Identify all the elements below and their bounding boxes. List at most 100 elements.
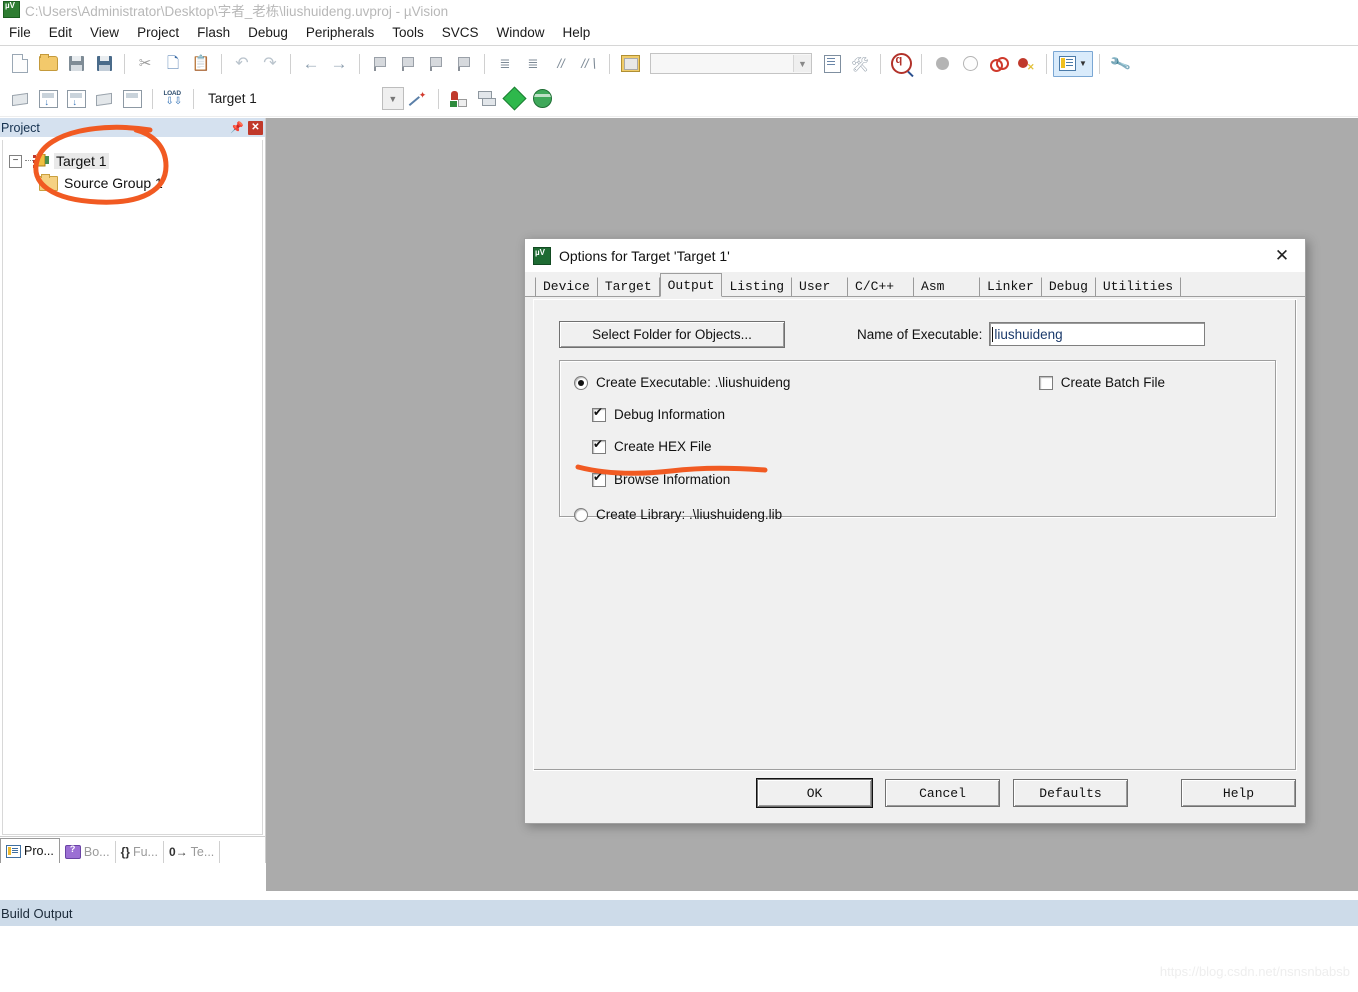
translate-icon[interactable] (7, 86, 33, 112)
name-of-executable-input[interactable]: liushuideng (989, 322, 1206, 346)
tab-listing[interactable]: Listing (722, 277, 793, 296)
download-icon[interactable]: LOAD ⇩⇩ (160, 86, 186, 112)
tab-templates[interactable]: 0→ Te... (164, 841, 221, 863)
bind-icon[interactable]: 🛠 (847, 51, 873, 77)
bookmark-toggle-icon[interactable] (367, 51, 393, 77)
tab-asm[interactable]: Asm (914, 277, 981, 296)
tab-functions[interactable]: {} Fu... (116, 841, 164, 863)
cancel-button[interactable]: Cancel (885, 779, 1000, 807)
close-icon[interactable]: ✕ (248, 120, 263, 135)
menu-help[interactable]: Help (554, 22, 600, 43)
menu-window[interactable]: Window (487, 22, 553, 43)
navigate-back-icon[interactable]: ← (298, 51, 324, 77)
indent-icon[interactable]: ≣ (492, 51, 518, 77)
defaults-button[interactable]: Defaults (1013, 779, 1128, 807)
toolbar-separator (290, 53, 291, 74)
open-manual-icon[interactable] (617, 51, 643, 77)
find-in-files-icon[interactable] (819, 51, 845, 77)
menu-peripherals[interactable]: Peripherals (297, 22, 383, 43)
debug-information-checkbox[interactable] (592, 406, 606, 422)
tab-user[interactable]: User (792, 277, 849, 296)
new-file-icon[interactable] (7, 51, 33, 77)
configure-toolbar-wrench-icon[interactable]: 🔧 (1107, 51, 1133, 77)
menu-project[interactable]: Project (128, 22, 188, 43)
menu-tools[interactable]: Tools (383, 22, 433, 43)
debug-information-option[interactable]: Debug Information (592, 406, 725, 422)
redo-icon[interactable]: ↷ (257, 51, 283, 77)
find-magnifier-icon[interactable]: q (888, 51, 914, 77)
toolbar-separator (880, 53, 881, 74)
manage-multi-project-icon[interactable] (474, 86, 500, 112)
create-library-option[interactable]: Create Library: .\liushuideng.lib (574, 507, 782, 522)
create-executable-radio[interactable] (574, 375, 588, 390)
menu-edit[interactable]: Edit (40, 22, 81, 43)
browse-information-checkbox[interactable] (592, 471, 606, 487)
tab-books[interactable]: Bo... (60, 841, 116, 863)
ok-button[interactable]: OK (757, 779, 872, 807)
bookmark-clear-icon[interactable] (451, 51, 477, 77)
browse-information-option[interactable]: Browse Information (592, 471, 731, 487)
insert-breakpoint-icon[interactable] (929, 51, 955, 77)
options-for-target-icon[interactable] (446, 86, 472, 112)
toolbar-separator (221, 53, 222, 74)
menu-svcs[interactable]: SVCS (433, 22, 488, 43)
create-hex-file-label: Create HEX File (614, 439, 712, 454)
menu-flash[interactable]: Flash (188, 22, 239, 43)
tab-utilities[interactable]: Utilities (1096, 277, 1182, 296)
tab-linker[interactable]: Linker (980, 277, 1042, 296)
select-folder-for-objects-button[interactable]: Select Folder for Objects... (559, 320, 785, 348)
save-icon[interactable] (63, 51, 89, 77)
outdent-icon[interactable]: ≣ (520, 51, 546, 77)
expander-icon[interactable]: − (9, 154, 22, 168)
tab-device[interactable]: Device (535, 277, 598, 296)
copy-icon[interactable]: 🗋 (160, 51, 186, 77)
navigate-forward-icon[interactable]: → (326, 51, 352, 77)
cut-icon[interactable]: ✂ (132, 51, 158, 77)
kill-all-breakpoints-icon[interactable] (985, 51, 1011, 77)
save-all-icon[interactable] (91, 51, 117, 77)
help-button[interactable]: Help (1181, 779, 1296, 807)
bookmark-prev-icon[interactable] (395, 51, 421, 77)
create-batch-file-option[interactable]: Create Batch File (1038, 375, 1165, 390)
create-executable-option[interactable]: Create Executable: .\liushuideng (574, 375, 790, 390)
menubar: File Edit View Project Flash Debug Perip… (0, 19, 1358, 46)
bookmark-next-icon[interactable] (423, 51, 449, 77)
create-hex-file-option[interactable]: Create HEX File (592, 438, 712, 454)
name-of-executable-value: liushuideng (994, 326, 1063, 342)
open-file-icon[interactable] (35, 51, 61, 77)
stop-build-icon[interactable] (119, 86, 145, 112)
search-combo[interactable]: ▼ (650, 53, 812, 74)
create-batch-file-checkbox[interactable] (1038, 375, 1053, 390)
menu-debug[interactable]: Debug (239, 22, 297, 43)
undo-icon[interactable]: ↶ (229, 51, 255, 77)
tree-item-target-1[interactable]: − Target 1 (3, 150, 262, 172)
batch-build-icon[interactable] (91, 86, 117, 112)
build-icon[interactable]: ↓ (35, 86, 61, 112)
target-dropdown-button[interactable]: ▼ (381, 87, 404, 110)
browse-information-label: Browse Information (614, 472, 731, 487)
pin-icon[interactable]: 📌 (230, 121, 244, 134)
tab-debug[interactable]: Debug (1042, 277, 1096, 296)
tree-item-source-group-1[interactable]: Source Group 1 (3, 172, 262, 194)
manage-project-items-icon[interactable]: ✦ (405, 86, 431, 112)
paste-icon[interactable]: 📋 (188, 51, 214, 77)
uncomment-icon[interactable]: //∖ (576, 51, 602, 77)
tab-target[interactable]: Target (598, 277, 660, 296)
chevron-down-icon[interactable]: ▼ (793, 55, 811, 72)
create-hex-file-checkbox[interactable] (592, 438, 606, 454)
disable-all-breakpoints-icon[interactable] (1013, 51, 1039, 77)
create-library-radio[interactable] (574, 507, 588, 522)
tab-output[interactable]: Output (659, 273, 723, 297)
tab-project[interactable]: Pro... (0, 838, 60, 863)
tab-cpp[interactable]: C/C++ (848, 277, 915, 296)
manage-windows-icon[interactable]: ▼ (1053, 50, 1093, 77)
close-icon[interactable]: ✕ (1259, 239, 1305, 272)
toolbar-separator (921, 53, 922, 74)
disable-breakpoint-icon[interactable] (957, 51, 983, 77)
rebuild-icon[interactable]: ↓ (63, 86, 89, 112)
pack-installer-icon[interactable] (530, 86, 556, 112)
menu-file[interactable]: File (0, 22, 40, 43)
comment-icon[interactable]: // (548, 51, 574, 77)
new-component-icon[interactable] (502, 86, 528, 112)
menu-view[interactable]: View (81, 22, 128, 43)
